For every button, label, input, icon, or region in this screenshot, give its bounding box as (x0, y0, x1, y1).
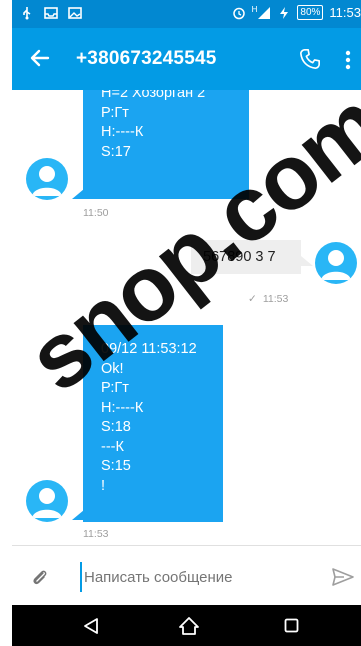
message-text: 567890 3 7 (203, 249, 276, 265)
phone-icon[interactable] (299, 48, 321, 70)
message-composer (12, 545, 361, 606)
message-line: Н:----К (101, 399, 144, 416)
send-icon[interactable] (332, 568, 354, 586)
nav-back-icon[interactable] (82, 617, 100, 635)
message-input[interactable] (80, 562, 316, 592)
alarm-icon (232, 7, 245, 19)
bubble-tail (301, 256, 313, 266)
message-list[interactable]: Н=2 Хозорган 2 Р:Гт Н:----К S:17 11:50 5… (12, 90, 361, 545)
message-line: Н=2 Хозорган 2 (101, 90, 206, 101)
system-nav-bar (12, 605, 361, 646)
message-line: Р:Гт (101, 104, 129, 121)
status-bar-right: H 80% 11:53 (232, 5, 361, 20)
image-icon (68, 7, 82, 19)
overflow-menu-icon[interactable] (345, 50, 351, 70)
status-bar-left (20, 6, 82, 20)
nav-recent-icon[interactable] (284, 618, 299, 633)
incoming-message-2[interactable]: 09/12 11:53:12 Ok! Р:Гт Н:----К S:18 ---… (83, 325, 223, 522)
message-line: Н:----К (101, 124, 144, 140)
signal-icon (258, 6, 271, 19)
bubble-tail (72, 189, 84, 199)
message-time: 11:53 (83, 528, 109, 540)
usb-icon (23, 7, 31, 20)
status-bar: H 80% 11:53 (12, 0, 361, 28)
message-time: 11:53 (262, 293, 289, 305)
message-line: S:18 (101, 419, 131, 435)
outgoing-message-1[interactable]: 567890 3 7 (191, 240, 301, 274)
message-line: ! (101, 477, 106, 494)
app-bar: +380673245545 (12, 28, 361, 90)
avatar[interactable] (26, 480, 68, 522)
avatar[interactable] (26, 158, 68, 200)
message-line: 09/12 11:53:12 (101, 341, 197, 357)
message-status: ✓ 11:53 (248, 293, 288, 305)
paperclip-icon[interactable] (30, 567, 48, 587)
user-avatar-icon (321, 250, 351, 280)
message-line: S:15 (101, 458, 131, 474)
conversation-title: +380673245545 (76, 48, 217, 69)
status-clock: 11:53 (329, 5, 361, 20)
battery-indicator: 80% (297, 5, 324, 20)
charging-icon (280, 6, 289, 19)
inbox-icon (44, 7, 58, 19)
back-arrow-icon[interactable] (28, 46, 52, 70)
nav-home-icon[interactable] (178, 616, 200, 636)
messaging-app: H 80% 11:53 +380673245545 Н=2 Хозорган 2… (12, 0, 361, 646)
sent-check-icon: ✓ (248, 293, 257, 305)
bubble-tail (72, 510, 84, 520)
message-line: ---К (101, 438, 124, 455)
message-time: 11:50 (83, 207, 109, 219)
contact-avatar-icon (32, 166, 62, 196)
message-line: S:17 (101, 143, 131, 160)
contact-avatar-icon (32, 488, 62, 518)
incoming-message-1[interactable]: Н=2 Хозорган 2 Р:Гт Н:----К S:17 (83, 90, 249, 199)
avatar[interactable] (315, 242, 357, 284)
message-line: Р:Гт (101, 380, 129, 396)
message-line: Ok! (101, 360, 124, 377)
